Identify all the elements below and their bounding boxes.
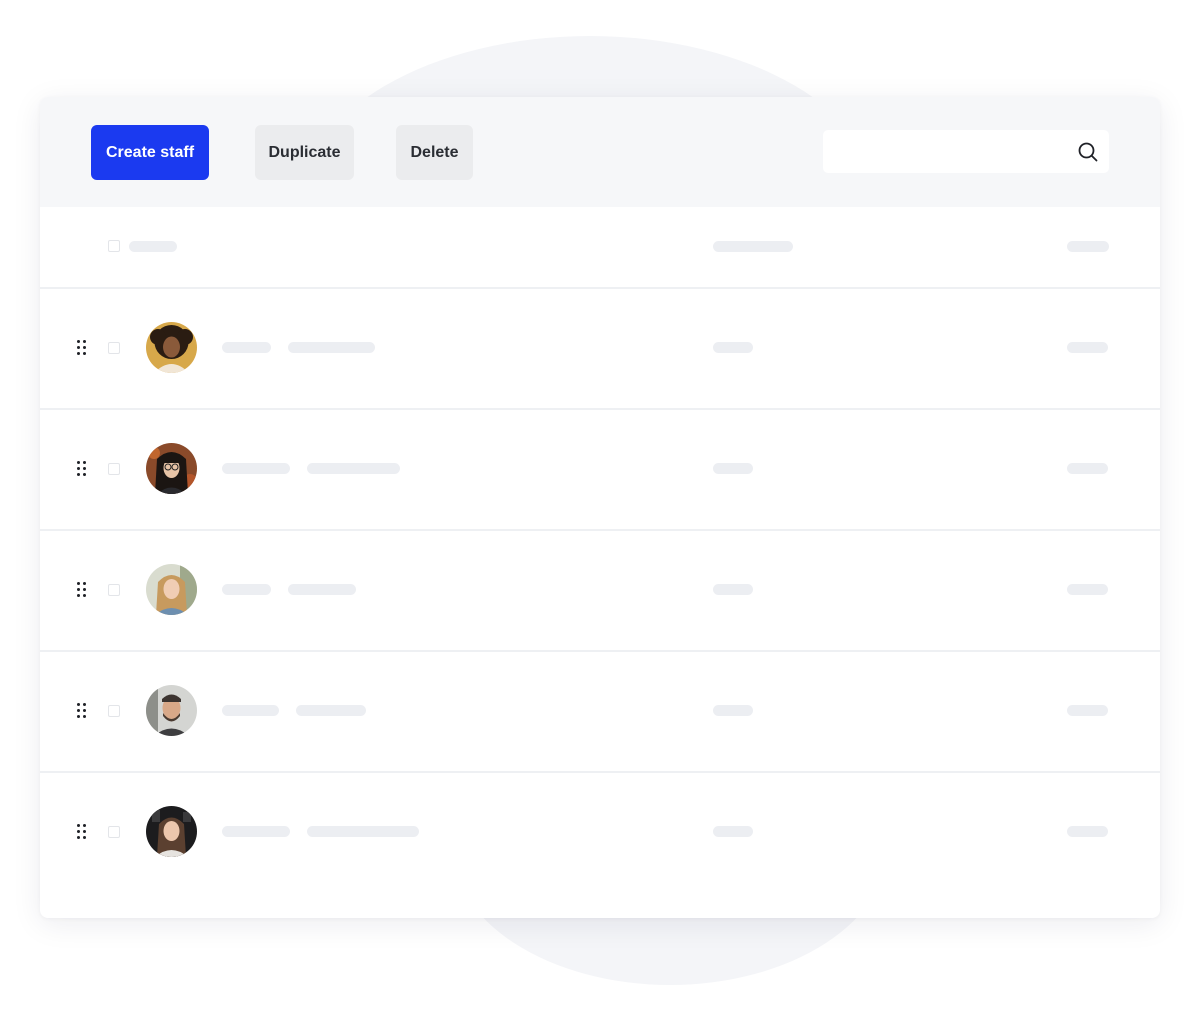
create-staff-button[interactable]: Create staff	[91, 125, 209, 180]
value-placeholder	[713, 584, 753, 595]
column-header-placeholder	[1067, 241, 1109, 252]
search-box	[823, 130, 1109, 175]
table-row[interactable]	[40, 531, 1160, 652]
table-row[interactable]	[40, 652, 1160, 773]
detail-placeholder	[288, 584, 356, 595]
drag-handle-icon[interactable]	[77, 340, 87, 356]
row-checkbox[interactable]	[108, 584, 120, 596]
value-placeholder	[1067, 584, 1108, 595]
staff-panel: Create staff Duplicate Delete	[40, 97, 1160, 918]
toolbar: Create staff Duplicate Delete	[40, 97, 1160, 207]
value-placeholder	[713, 463, 753, 474]
row-checkbox[interactable]	[108, 826, 120, 838]
name-placeholder	[222, 342, 271, 353]
table-row[interactable]	[40, 773, 1160, 892]
table-row[interactable]	[40, 410, 1160, 531]
column-header-placeholder	[129, 241, 177, 252]
delete-button[interactable]: Delete	[396, 125, 473, 180]
value-placeholder	[713, 705, 753, 716]
value-placeholder	[713, 342, 753, 353]
name-placeholder	[222, 463, 290, 474]
staff-avatar	[146, 806, 197, 857]
table-row[interactable]	[40, 289, 1160, 410]
drag-handle-icon[interactable]	[77, 461, 87, 477]
value-placeholder	[1067, 463, 1108, 474]
name-placeholder	[222, 584, 271, 595]
select-all-checkbox[interactable]	[108, 240, 120, 252]
detail-placeholder	[288, 342, 375, 353]
drag-handle-icon[interactable]	[77, 824, 87, 840]
value-placeholder	[1067, 705, 1108, 716]
drag-handle-icon[interactable]	[77, 703, 87, 719]
row-checkbox[interactable]	[108, 463, 120, 475]
value-placeholder	[1067, 826, 1108, 837]
drag-handle-icon[interactable]	[77, 582, 87, 598]
search-icon[interactable]	[1077, 141, 1099, 163]
staff-avatar	[146, 685, 197, 736]
value-placeholder	[713, 826, 753, 837]
value-placeholder	[1067, 342, 1108, 353]
row-checkbox[interactable]	[108, 342, 120, 354]
staff-avatar	[146, 443, 197, 494]
page: Create staff Duplicate Delete	[0, 0, 1200, 1022]
table-header	[40, 207, 1160, 289]
name-placeholder	[222, 826, 290, 837]
name-placeholder	[222, 705, 279, 716]
staff-avatar	[146, 564, 197, 615]
detail-placeholder	[307, 826, 419, 837]
staff-avatar	[146, 322, 197, 373]
column-header-placeholder	[713, 241, 793, 252]
detail-placeholder	[296, 705, 366, 716]
row-checkbox[interactable]	[108, 705, 120, 717]
duplicate-button[interactable]: Duplicate	[255, 125, 354, 180]
search-input[interactable]	[833, 130, 1067, 175]
detail-placeholder	[307, 463, 400, 474]
